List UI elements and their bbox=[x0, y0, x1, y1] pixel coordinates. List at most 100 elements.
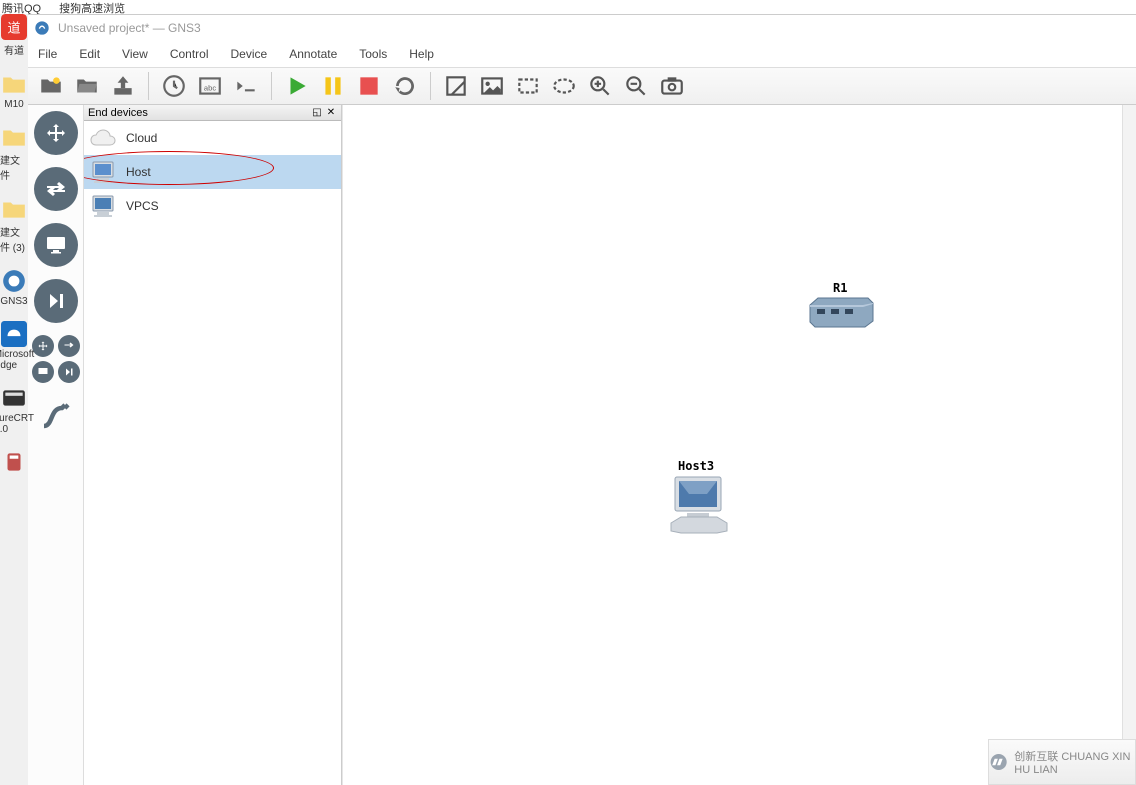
stop-icon bbox=[356, 73, 382, 99]
security-devices-category-button[interactable] bbox=[34, 279, 78, 323]
securecrt-icon bbox=[1, 385, 27, 411]
cloud-icon bbox=[88, 127, 118, 149]
icon-label: cureCRT 8.0 bbox=[0, 413, 34, 435]
close-icon[interactable]: ✕ bbox=[325, 107, 337, 119]
gns3-window: Unsaved project* — GNS3 File Edit View C… bbox=[28, 14, 1136, 785]
end-devices-panel: End devices ◱ ✕ Cloud Host VPCS bbox=[84, 105, 342, 785]
note-button[interactable] bbox=[439, 70, 473, 102]
pause-icon bbox=[320, 73, 346, 99]
mini-switch-icon bbox=[58, 335, 80, 357]
desktop-icon[interactable]: GNS3 bbox=[0, 268, 28, 307]
desktop-icon-strip: 道 有道 M10 建文件 建文件 (3) GNS3 Microsoft Edge… bbox=[0, 14, 28, 785]
note-icon bbox=[443, 73, 469, 99]
open-folder-button[interactable] bbox=[70, 70, 104, 102]
menu-control[interactable]: Control bbox=[170, 47, 209, 61]
reload-button[interactable] bbox=[388, 70, 422, 102]
device-label: Cloud bbox=[126, 131, 157, 145]
device-label: VPCS bbox=[126, 199, 159, 213]
menu-annotate[interactable]: Annotate bbox=[289, 47, 337, 61]
desktop-icon[interactable] bbox=[0, 449, 28, 477]
canvas-scrollbar[interactable] bbox=[1122, 105, 1136, 771]
monitor-icon bbox=[44, 233, 68, 257]
toolbar-separator bbox=[271, 72, 272, 100]
switches-category-button[interactable] bbox=[34, 167, 78, 211]
watermark-text: 创新互联 CHUANG XIN HU LIAN bbox=[1014, 748, 1135, 776]
toolbar-separator bbox=[148, 72, 149, 100]
zoom-out-button[interactable] bbox=[619, 70, 653, 102]
icon-label: M10 bbox=[4, 99, 23, 110]
import-button[interactable] bbox=[106, 70, 140, 102]
mini-monitor-icon bbox=[32, 361, 54, 383]
rect-button[interactable] bbox=[511, 70, 545, 102]
edge-icon bbox=[1, 321, 27, 347]
svg-text:道: 道 bbox=[7, 20, 20, 35]
node-host-host3[interactable] bbox=[665, 473, 727, 535]
icon-label: Microsoft Edge bbox=[0, 349, 34, 371]
device-item-vpcs[interactable]: VPCS bbox=[84, 189, 341, 223]
zoom-in-icon bbox=[587, 73, 613, 99]
ellipse-button[interactable] bbox=[547, 70, 581, 102]
reload-icon bbox=[392, 73, 418, 99]
mini-next-icon bbox=[58, 361, 80, 383]
panel-header[interactable]: End devices ◱ ✕ bbox=[84, 105, 341, 121]
folder-icon bbox=[1, 124, 27, 150]
panel-title: End devices bbox=[88, 107, 148, 119]
desktop-icon[interactable]: 建文件 (3) bbox=[0, 196, 28, 254]
menu-help[interactable]: Help bbox=[409, 47, 434, 61]
youdao-icon: 道 bbox=[1, 14, 27, 40]
ellipse-icon bbox=[551, 73, 577, 99]
node-router-r1[interactable] bbox=[805, 295, 875, 323]
menu-device[interactable]: Device bbox=[231, 47, 268, 61]
add-link-button[interactable] bbox=[34, 395, 78, 439]
clock-button[interactable] bbox=[157, 70, 191, 102]
taskbar-item[interactable]: 腾讯QQ bbox=[2, 0, 41, 14]
folder-icon bbox=[1, 196, 27, 222]
zoom-in-button[interactable] bbox=[583, 70, 617, 102]
import-icon bbox=[110, 73, 136, 99]
menu-edit[interactable]: Edit bbox=[79, 47, 100, 61]
host-computer-icon bbox=[665, 473, 733, 535]
console-button[interactable] bbox=[229, 70, 263, 102]
device-item-host[interactable]: Host bbox=[84, 155, 341, 189]
svg-text:abc: abc bbox=[204, 83, 216, 92]
zoom-out-icon bbox=[623, 73, 649, 99]
abc-icon: abc bbox=[197, 73, 223, 99]
pause-button[interactable] bbox=[316, 70, 350, 102]
icon-label: 建文件 bbox=[0, 152, 28, 182]
undock-icon[interactable]: ◱ bbox=[311, 107, 323, 119]
menu-file[interactable]: File bbox=[38, 47, 57, 61]
end-devices-category-button[interactable] bbox=[34, 223, 78, 267]
image-button[interactable] bbox=[475, 70, 509, 102]
play-button[interactable] bbox=[280, 70, 314, 102]
abc-button[interactable]: abc bbox=[193, 70, 227, 102]
all-devices-button[interactable] bbox=[32, 335, 80, 383]
window-titlebar[interactable]: Unsaved project* — GNS3 bbox=[28, 15, 1136, 41]
desktop-taskbar-top: 腾讯QQ 搜狗高速浏览 bbox=[0, 0, 1136, 14]
device-item-cloud[interactable]: Cloud bbox=[84, 121, 341, 155]
image-icon bbox=[479, 73, 505, 99]
screenshot-button[interactable] bbox=[655, 70, 689, 102]
next-icon bbox=[44, 289, 68, 313]
open-project-button[interactable] bbox=[34, 70, 68, 102]
desktop-icon[interactable]: 建文件 bbox=[0, 124, 28, 182]
toolbar-separator bbox=[430, 72, 431, 100]
gns3-app-icon bbox=[34, 20, 50, 36]
topology-canvas[interactable]: R1 Host3 bbox=[342, 105, 1136, 785]
menu-tools[interactable]: Tools bbox=[359, 47, 387, 61]
window-title: Unsaved project* — GNS3 bbox=[58, 21, 201, 35]
main-toolbar: abc bbox=[28, 67, 1136, 105]
desktop-icon[interactable]: cureCRT 8.0 bbox=[0, 385, 28, 435]
menu-view[interactable]: View bbox=[122, 47, 148, 61]
desktop-icon[interactable]: Microsoft Edge bbox=[0, 321, 28, 371]
desktop-icon[interactable]: M10 bbox=[0, 71, 28, 110]
switches-icon bbox=[44, 177, 68, 201]
device-list: Cloud Host VPCS bbox=[84, 121, 341, 785]
device-label: Host bbox=[126, 165, 151, 179]
watermark: 创新互联 CHUANG XIN HU LIAN bbox=[988, 739, 1136, 785]
routers-category-button[interactable] bbox=[34, 111, 78, 155]
stop-button[interactable] bbox=[352, 70, 386, 102]
icon-label: GNS3 bbox=[0, 296, 27, 307]
taskbar-item[interactable]: 搜狗高速浏览 bbox=[59, 0, 125, 14]
desktop-icon[interactable]: 道 有道 bbox=[0, 14, 28, 57]
host-icon bbox=[89, 159, 117, 185]
